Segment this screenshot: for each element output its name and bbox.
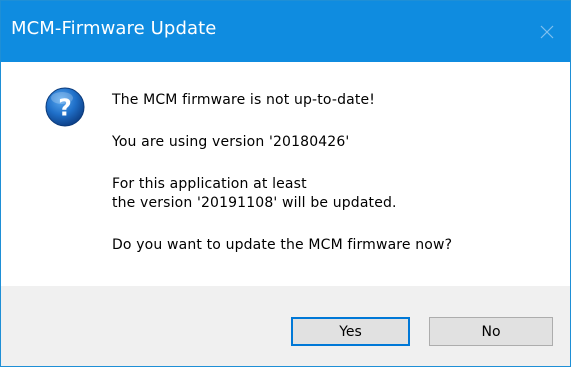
button-bar: Yes No bbox=[1, 286, 570, 366]
message-line-2: You are using version '20180426' bbox=[112, 134, 350, 150]
question-icon: ? bbox=[45, 87, 85, 127]
no-button[interactable]: No bbox=[429, 317, 553, 346]
message-line-4: the version '20191108' will be updated. bbox=[112, 195, 397, 211]
title-bar[interactable]: MCM-Firmware Update bbox=[1, 1, 570, 62]
close-icon bbox=[540, 25, 554, 38]
message-line-1: The MCM firmware is not up-to-date! bbox=[112, 92, 375, 108]
message-area: ? The MCM firmware is not up-to-date! Yo… bbox=[1, 62, 570, 286]
dialog-window: MCM-Firmware Update ? The MCM firmware i… bbox=[0, 0, 571, 367]
message-line-3: For this application at least bbox=[112, 176, 307, 192]
yes-button[interactable]: Yes bbox=[291, 317, 410, 346]
svg-text:?: ? bbox=[58, 96, 71, 122]
window-title: MCM-Firmware Update bbox=[11, 18, 217, 39]
close-button[interactable] bbox=[524, 1, 570, 62]
message-line-5: Do you want to update the MCM firmware n… bbox=[112, 237, 453, 253]
